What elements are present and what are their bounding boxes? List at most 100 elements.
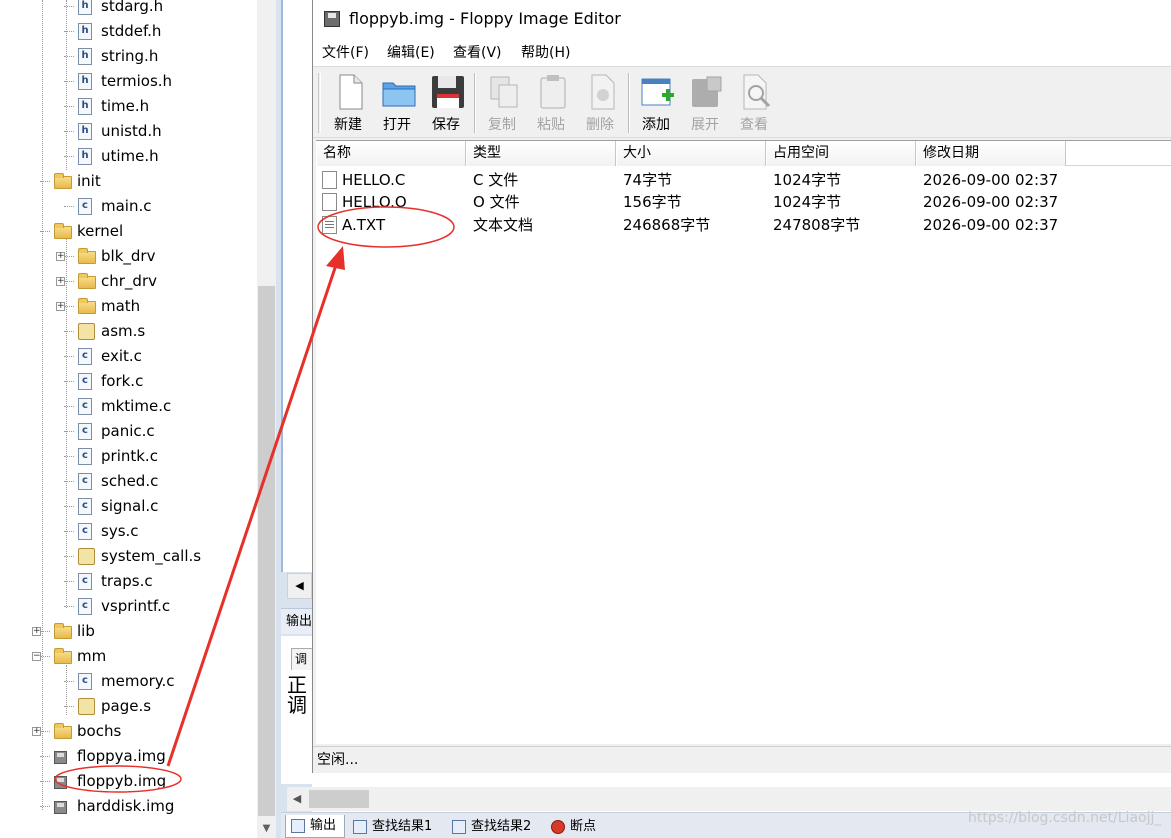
title-bar[interactable]: floppyb.img - Floppy Image Editor	[313, 0, 1171, 38]
scroll-left-arrow-icon[interactable]: ◀	[287, 573, 312, 599]
menu-file[interactable]: 文件(F)	[322, 42, 369, 62]
menu-edit[interactable]: 编辑(E)	[387, 42, 435, 62]
view-icon	[743, 74, 771, 110]
folder-open-icon	[54, 648, 72, 664]
tab-find-results-2[interactable]: 查找结果2	[446, 815, 540, 838]
delete-label: 删除	[586, 117, 614, 133]
tree-scrollbar[interactable]: ▼	[257, 0, 276, 838]
output-tab[interactable]: 调	[291, 648, 312, 670]
expand-icon[interactable]: +	[56, 252, 65, 261]
tree-item[interactable]: + math	[0, 294, 257, 319]
tree-item[interactable]: h string.h	[0, 44, 257, 69]
horizontal-scrollbar[interactable]: ◀	[287, 787, 1171, 811]
c-file-icon: c	[78, 198, 92, 215]
column-header-name[interactable]: 名称	[316, 141, 466, 166]
tree-scroll-thumb[interactable]	[258, 286, 275, 816]
new-button[interactable]: 新建	[324, 69, 372, 137]
tree-item-label: floppyb.img	[77, 772, 167, 790]
tree-item[interactable]: init	[0, 169, 257, 194]
copy-button[interactable]: 复制	[478, 69, 526, 137]
menu-view[interactable]: 查看(V)	[453, 42, 502, 62]
paste-button[interactable]: 粘贴	[527, 69, 575, 137]
tree-item[interactable]: + bochs	[0, 719, 257, 744]
new-file-icon	[339, 74, 363, 110]
expand-icon[interactable]: +	[56, 302, 65, 311]
column-header-space[interactable]: 占用空间	[766, 141, 916, 166]
tree-item[interactable]: + lib	[0, 619, 257, 644]
tree-item[interactable]: + blk_drv	[0, 244, 257, 269]
column-header-date[interactable]: 修改日期	[916, 141, 1066, 166]
file-row[interactable]: A.TXT 文本文档 246868字节 247808字节 2026-09-00 …	[316, 214, 1171, 236]
file-list[interactable]: 名称 类型 大小 占用空间 修改日期 HELLO.C C 文件 74字节 102…	[316, 140, 1171, 744]
tree-item[interactable]: c fork.c	[0, 369, 257, 394]
tree-item[interactable]: h stdarg.h	[0, 0, 257, 19]
toolbar-grip[interactable]	[318, 73, 321, 133]
menu-help[interactable]: 帮助(H)	[521, 42, 570, 62]
open-label: 打开	[383, 117, 411, 133]
tree-item[interactable]: c sched.c	[0, 469, 257, 494]
delete-button[interactable]: 删除	[576, 69, 624, 137]
tree-item[interactable]: c signal.c	[0, 494, 257, 519]
tree-item[interactable]: c memory.c	[0, 669, 257, 694]
expand-icon[interactable]: +	[32, 727, 41, 736]
header-file-icon: h	[78, 0, 92, 15]
tree-item[interactable]: c vsprintf.c	[0, 594, 257, 619]
tree-item[interactable]: system_call.s	[0, 544, 257, 569]
file-row[interactable]: HELLO.C C 文件 74字节 1024字节 2026-09-00 02:3…	[316, 169, 1171, 191]
tree-connector	[40, 181, 50, 182]
tree-item[interactable]: c panic.c	[0, 419, 257, 444]
tree-item[interactable]: c main.c	[0, 194, 257, 219]
view-button[interactable]: 查看	[730, 69, 778, 137]
project-tree[interactable]: h stdarg.h h stddef.h h string.h h termios.h h ti…	[0, 0, 257, 838]
tree-item[interactable]: c sys.c	[0, 519, 257, 544]
tree-item[interactable]: h termios.h	[0, 69, 257, 94]
tree-item-label: vsprintf.c	[101, 597, 171, 615]
tree-item[interactable]: h utime.h	[0, 144, 257, 169]
tree-item[interactable]: c exit.c	[0, 344, 257, 369]
hscroll-thumb[interactable]	[309, 790, 369, 808]
file-space: 1024字节	[773, 193, 842, 211]
tab-breakpoints[interactable]: 断点	[545, 815, 605, 838]
copy-icon	[490, 76, 518, 108]
tree-item[interactable]: floppyb.img	[0, 769, 257, 794]
tree-item-label: fork.c	[101, 372, 144, 390]
tree-item[interactable]: page.s	[0, 694, 257, 719]
tree-item-label: chr_drv	[101, 272, 157, 290]
scroll-left-arrow-icon[interactable]: ◀	[287, 787, 307, 811]
tree-connector	[40, 806, 50, 807]
open-folder-icon	[382, 82, 416, 107]
tree-item-label: panic.c	[101, 422, 155, 440]
tree-item[interactable]: kernel	[0, 219, 257, 244]
tree-item[interactable]: h stddef.h	[0, 19, 257, 44]
open-button[interactable]: 打开	[373, 69, 421, 137]
tab-output[interactable]: 输出	[285, 815, 346, 838]
tree-item[interactable]: asm.s	[0, 319, 257, 344]
extract-button[interactable]: 展开	[681, 69, 729, 137]
column-header-type[interactable]: 类型	[466, 141, 616, 166]
tree-item[interactable]: c printk.c	[0, 444, 257, 469]
tree-item[interactable]: + chr_drv	[0, 269, 257, 294]
expand-icon[interactable]: +	[56, 277, 65, 286]
add-button[interactable]: 添加	[632, 69, 680, 137]
tree-item-label: traps.c	[101, 572, 153, 590]
expand-icon[interactable]: +	[32, 627, 41, 636]
tree-item-label: signal.c	[101, 497, 159, 515]
tree-item[interactable]: h time.h	[0, 94, 257, 119]
collapse-icon[interactable]: −	[32, 652, 41, 661]
file-name: HELLO.C	[342, 171, 406, 189]
tree-item[interactable]: floppya.img	[0, 744, 257, 769]
tree-item[interactable]: c traps.c	[0, 569, 257, 594]
tree-item[interactable]: − mm	[0, 644, 257, 669]
save-label: 保存	[432, 117, 460, 133]
tree-item[interactable]: harddisk.img	[0, 794, 257, 819]
disk-image-icon	[54, 776, 67, 789]
file-row[interactable]: HELLO.O O 文件 156字节 1024字节 2026-09-00 02:…	[316, 191, 1171, 213]
scroll-down-arrow-icon[interactable]: ▼	[257, 820, 276, 838]
tree-item[interactable]: h unistd.h	[0, 119, 257, 144]
c-file-icon: c	[78, 398, 92, 415]
column-header-size[interactable]: 大小	[616, 141, 766, 166]
tab-find-results-1[interactable]: 查找结果1	[347, 815, 441, 838]
asm-file-icon	[78, 323, 95, 340]
tree-item[interactable]: c mktime.c	[0, 394, 257, 419]
save-button[interactable]: 保存	[422, 69, 470, 137]
